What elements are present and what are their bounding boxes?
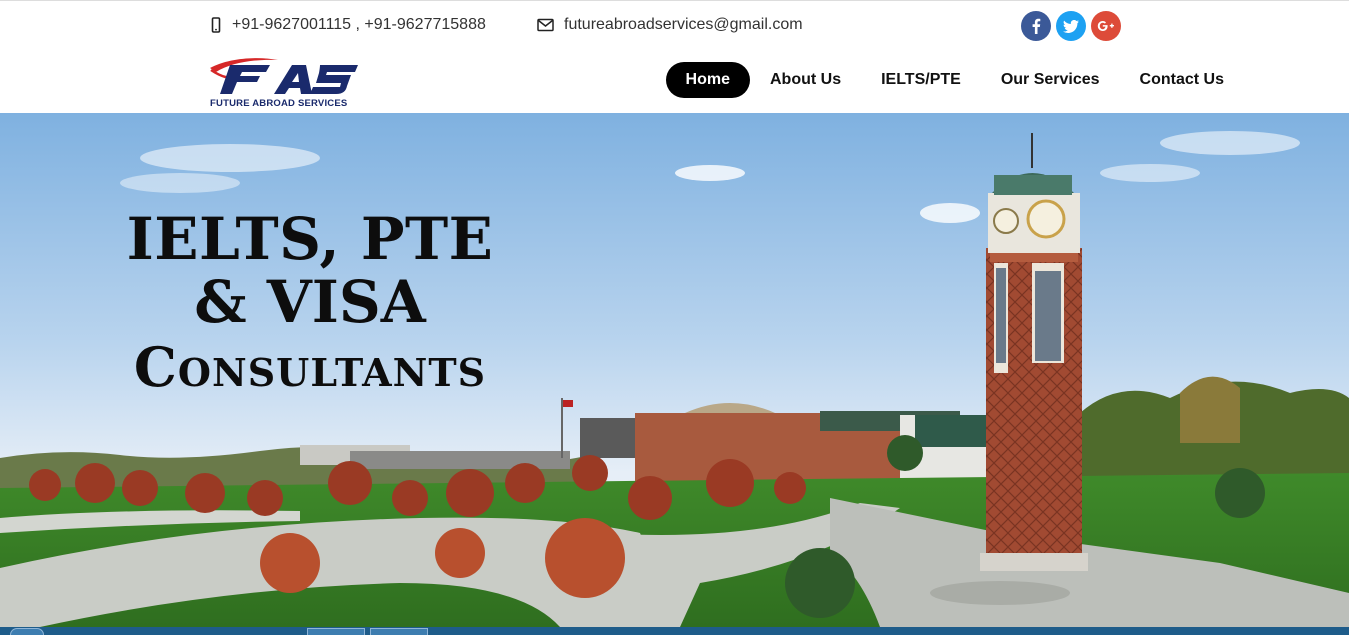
nav-our-services[interactable]: Our Services [981, 62, 1120, 98]
headline-line-2: & VISA [194, 268, 426, 336]
social-links [1021, 11, 1121, 41]
nav-about-us[interactable]: About Us [750, 62, 861, 98]
start-button[interactable] [10, 628, 44, 635]
hero-banner: IELTS, PTE & VISA Consultants [0, 113, 1349, 627]
taskbar-item[interactable] [370, 628, 428, 635]
phone-numbers: +91-9627001115 , +91-9627715888 [232, 16, 486, 33]
site-header: FUTURE ABROAD SERVICES Home About Us IEL… [0, 50, 1349, 113]
os-taskbar [0, 627, 1349, 635]
site-logo[interactable]: FUTURE ABROAD SERVICES [208, 56, 362, 110]
main-nav: Home About Us IELTS/PTE Our Services Con… [665, 62, 1244, 98]
hero-headline: IELTS, PTE & VISA Consultants [100, 208, 520, 400]
facebook-icon[interactable] [1021, 11, 1051, 41]
email-address: futureabroadservices@gmail.com [564, 16, 803, 33]
phone-contact[interactable]: +91-9627001115 , +91-9627715888 [210, 16, 486, 34]
headline-line-1: IELTS, PTE [126, 205, 494, 273]
headline-line-3: Consultants [133, 335, 487, 399]
nav-ielts-pte[interactable]: IELTS/PTE [861, 62, 981, 98]
taskbar-item[interactable] [307, 628, 365, 635]
google-plus-icon[interactable] [1091, 11, 1121, 41]
twitter-icon[interactable] [1056, 11, 1086, 41]
logo-subtitle: FUTURE ABROAD SERVICES [210, 98, 348, 109]
contact-bar: +91-9627001115 , +91-9627715888 futureab… [0, 0, 1349, 50]
nav-home[interactable]: Home [665, 62, 750, 98]
email-contact[interactable]: futureabroadservices@gmail.com [537, 16, 803, 34]
nav-contact-us[interactable]: Contact Us [1120, 62, 1244, 98]
mobile-phone-icon [210, 17, 222, 33]
envelope-icon [537, 18, 554, 32]
